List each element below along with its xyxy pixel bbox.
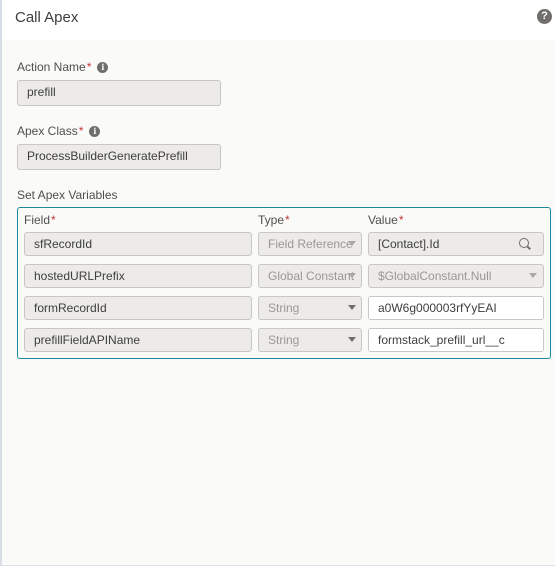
chevron-down-icon bbox=[348, 337, 356, 342]
question-circle-icon[interactable]: ? bbox=[537, 9, 552, 24]
info-icon[interactable]: i bbox=[89, 126, 101, 138]
set-apex-variables-label: Set Apex Variables bbox=[17, 188, 118, 202]
variable-type-select[interactable]: String bbox=[258, 296, 362, 320]
apex-class-label: Apex Class* i bbox=[17, 124, 101, 138]
column-header-type: Type* bbox=[258, 213, 290, 227]
chevron-down-icon bbox=[529, 273, 537, 278]
apex-class-field[interactable]: ProcessBuilderGeneratePrefill bbox=[17, 144, 221, 170]
variable-field-name: hostedURLPrefix bbox=[24, 264, 252, 288]
variable-field-name: sfRecordId bbox=[24, 232, 252, 256]
variable-value-input[interactable]: [Contact].Id bbox=[368, 232, 544, 256]
call-apex-panel: Call Apex ? Action Name* i prefill Apex C… bbox=[0, 0, 555, 566]
required-marker: * bbox=[86, 60, 92, 74]
column-header-field: Field* bbox=[24, 213, 56, 227]
required-marker: * bbox=[78, 124, 84, 138]
variable-value-select: $GlobalConstant.Null bbox=[368, 264, 544, 288]
variable-value-input[interactable]: a0W6g000003rfYyEAI bbox=[368, 296, 544, 320]
column-header-value: Value* bbox=[368, 213, 404, 227]
panel-title: Call Apex bbox=[15, 9, 79, 26]
chevron-down-icon bbox=[348, 273, 356, 278]
variable-type-select: Field Reference bbox=[258, 232, 362, 256]
apex-variables-table: Field* Type* Value* sfRecordId Field Ref… bbox=[17, 207, 551, 359]
chevron-down-icon bbox=[348, 241, 356, 246]
chevron-down-icon bbox=[348, 305, 356, 310]
action-name-label: Action Name* i bbox=[17, 60, 109, 74]
variable-field-name: formRecordId bbox=[24, 296, 252, 320]
search-icon[interactable] bbox=[519, 238, 529, 248]
info-icon[interactable]: i bbox=[97, 62, 109, 74]
panel-header: Call Apex ? bbox=[2, 0, 555, 40]
variable-type-select[interactable]: String bbox=[258, 328, 362, 352]
action-name-field[interactable]: prefill bbox=[17, 80, 221, 106]
variable-type-select: Global Constant bbox=[258, 264, 362, 288]
variable-field-name: prefillFieldAPIName bbox=[24, 328, 252, 352]
variable-value-input[interactable]: formstack_prefill_url__c bbox=[368, 328, 544, 352]
